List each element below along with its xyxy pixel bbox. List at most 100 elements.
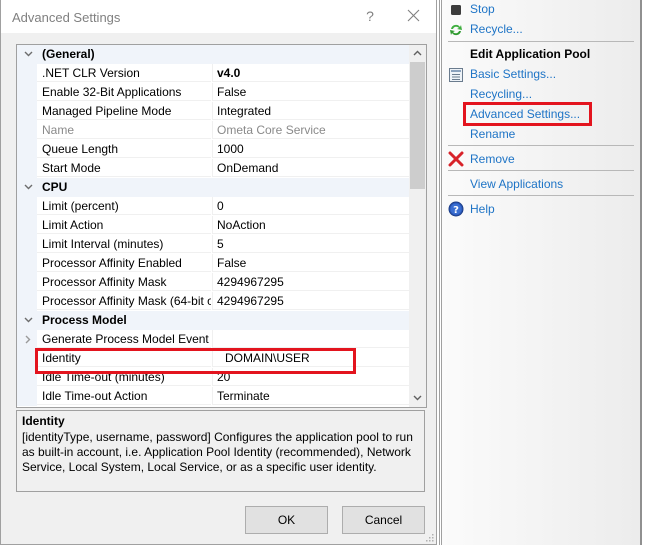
property-value[interactable] xyxy=(212,330,409,348)
resize-grip-icon[interactable] xyxy=(426,534,434,542)
recycle-icon xyxy=(450,24,462,36)
property-value[interactable]: NoAction xyxy=(212,216,409,234)
property-name: Processor Affinity Mask xyxy=(37,273,211,291)
expand-chevron-icon[interactable] xyxy=(22,330,34,349)
property-row[interactable]: Name Ometa Core Service xyxy=(17,121,409,140)
property-value[interactable]: 20 xyxy=(212,368,409,386)
property-name: Limit Interval (minutes) xyxy=(37,235,211,253)
panel-divider xyxy=(437,0,440,545)
cancel-button[interactable]: Cancel xyxy=(342,506,425,534)
property-row[interactable]: Enable 32-Bit Applications False xyxy=(17,83,409,102)
row-gutter xyxy=(17,102,37,121)
property-row[interactable]: Processor Affinity Enabled False xyxy=(17,254,409,273)
property-value[interactable]: OnDemand xyxy=(212,159,409,177)
property-row[interactable]: Generate Process Model Event Log Entry xyxy=(17,330,409,349)
property-row[interactable]: .NET CLR Version v4.0 xyxy=(17,64,409,83)
property-value[interactable]: 5 xyxy=(212,235,409,253)
property-value[interactable]: Terminate xyxy=(212,387,409,405)
property-grid[interactable]: (General) .NET CLR Version v4.0 Enable 32-B… xyxy=(16,44,427,408)
row-gutter xyxy=(17,216,37,235)
property-row[interactable]: Start Mode OnDemand xyxy=(17,159,409,178)
property-row[interactable]: Identity DOMAIN\USER xyxy=(17,349,409,368)
property-row[interactable]: Processor Affinity Mask 4294967295 xyxy=(17,273,409,292)
property-name: Processor Affinity Enabled xyxy=(37,254,211,272)
separator xyxy=(448,170,634,171)
property-value[interactable]: Ometa Core Service xyxy=(212,121,409,139)
scroll-up-button[interactable] xyxy=(409,45,426,62)
property-value[interactable]: 1000 xyxy=(212,140,409,158)
property-row[interactable]: Limit (percent) 0 xyxy=(17,197,409,216)
scroll-down-button[interactable] xyxy=(409,390,426,407)
property-category[interactable]: CPU xyxy=(17,178,409,197)
chevron-up-icon xyxy=(413,50,422,56)
action-remove[interactable]: Remove xyxy=(470,150,515,168)
row-gutter xyxy=(17,368,37,387)
actions-panel: Stop Recycle... Edit Application Pool Ba… xyxy=(441,0,642,545)
property-row[interactable]: Processor Affinity Mask (64-bit option)4… xyxy=(17,292,409,311)
property-value[interactable]: False xyxy=(212,83,409,101)
separator xyxy=(448,145,634,146)
property-name: Idle Time-out Action xyxy=(37,387,211,405)
scroll-thumb[interactable] xyxy=(410,62,425,189)
property-name: Idle Time-out (minutes) xyxy=(37,368,211,386)
category-label: Process Model xyxy=(42,313,127,327)
row-gutter xyxy=(17,235,37,254)
property-category[interactable]: (General) xyxy=(17,45,409,64)
grid-scrollbar[interactable] xyxy=(409,45,426,407)
help-icon: ? xyxy=(448,201,464,217)
property-value[interactable]: 4294967295 xyxy=(212,292,409,310)
close-button[interactable] xyxy=(404,6,424,26)
action-recycling[interactable]: Recycling... xyxy=(470,85,532,103)
property-row[interactable]: Idle Time-out Action Terminate xyxy=(17,387,409,406)
property-category[interactable]: Process Model xyxy=(17,311,409,330)
property-value[interactable]: v4.0 xyxy=(212,64,409,82)
collapse-chevron-icon[interactable] xyxy=(22,311,34,330)
help-button[interactable]: ? xyxy=(362,8,378,26)
property-row[interactable]: Limit Interval (minutes) 5 xyxy=(17,235,409,254)
row-gutter xyxy=(17,387,37,406)
action-rename[interactable]: Rename xyxy=(470,125,515,143)
property-value[interactable]: 0 xyxy=(212,197,409,215)
property-name: Generate Process Model Event Log Entry xyxy=(37,330,211,348)
collapse-chevron-icon[interactable] xyxy=(22,178,34,197)
property-value[interactable]: Integrated xyxy=(212,102,409,120)
row-gutter xyxy=(17,140,37,159)
property-name: Enable 32-Bit Applications xyxy=(37,83,211,101)
settings-sheet-icon xyxy=(449,68,463,82)
property-row[interactable]: Queue Length 1000 xyxy=(17,140,409,159)
row-gutter xyxy=(17,121,37,140)
remove-x-icon xyxy=(448,151,464,167)
row-gutter xyxy=(17,292,37,311)
action-recycle[interactable]: Recycle... xyxy=(470,20,523,38)
property-name: Limit Action xyxy=(37,216,211,234)
property-row[interactable]: Idle Time-out (minutes) 20 xyxy=(17,368,409,387)
property-value[interactable]: 4294967295 xyxy=(212,273,409,291)
svg-text:?: ? xyxy=(453,205,459,216)
property-name: .NET CLR Version xyxy=(37,64,211,82)
property-row[interactable]: Managed Pipeline Mode Integrated xyxy=(17,102,409,121)
dialog-title: Advanced Settings xyxy=(12,10,121,25)
ok-button[interactable]: OK xyxy=(245,506,328,534)
property-name: Queue Length xyxy=(37,140,211,158)
property-value[interactable]: DOMAIN\USER xyxy=(212,349,409,367)
description-title: Identity xyxy=(22,414,65,428)
property-name: Limit (percent) xyxy=(37,197,211,215)
action-advanced-settings[interactable]: Advanced Settings... xyxy=(470,105,580,123)
action-help[interactable]: Help xyxy=(470,200,495,218)
description-text: [identityType, username, password] Confi… xyxy=(22,430,413,474)
row-gutter xyxy=(17,83,37,102)
property-name: Identity xyxy=(37,349,211,367)
row-gutter xyxy=(17,349,37,368)
row-gutter xyxy=(17,197,37,216)
separator xyxy=(448,41,634,42)
property-value[interactable]: False xyxy=(212,254,409,272)
action-stop[interactable]: Stop xyxy=(470,0,495,18)
row-gutter xyxy=(17,273,37,292)
property-name: Managed Pipeline Mode xyxy=(37,102,211,120)
property-row[interactable]: Limit Action NoAction xyxy=(17,216,409,235)
action-basic-settings[interactable]: Basic Settings... xyxy=(470,65,556,83)
action-view-applications[interactable]: View Applications xyxy=(470,175,563,193)
category-label: CPU xyxy=(42,180,68,194)
collapse-chevron-icon[interactable] xyxy=(22,45,34,64)
dialog-titlebar: Advanced Settings ? xyxy=(1,0,436,33)
